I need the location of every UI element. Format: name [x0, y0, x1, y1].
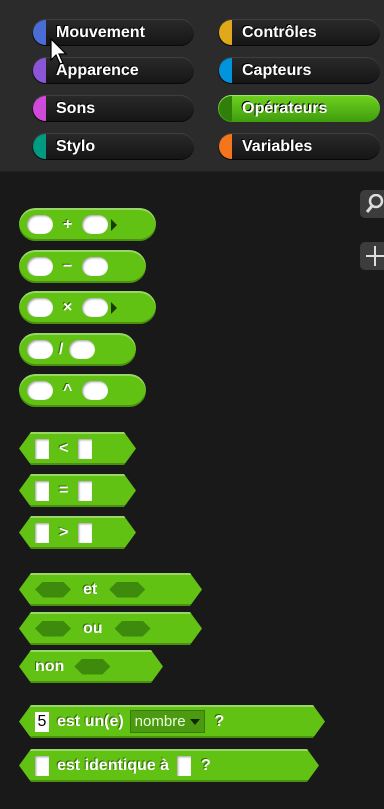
number-slot[interactable] — [27, 340, 53, 359]
block-less-than[interactable]: < — [19, 432, 136, 465]
category-color-swatch — [219, 20, 232, 45]
question-mark: ? — [201, 756, 211, 774]
block-equals[interactable]: = — [19, 474, 136, 507]
operator-label: × — [63, 298, 73, 316]
input-slot[interactable] — [35, 756, 49, 776]
question-mark: ? — [214, 712, 225, 730]
block-is-identical[interactable]: est identique à ? — [19, 749, 319, 782]
boolean-slot[interactable] — [35, 582, 71, 598]
operator-label: ^ — [63, 381, 73, 399]
category-color-swatch — [33, 96, 46, 121]
add-block-button[interactable] — [360, 242, 384, 270]
operator-label: ou — [83, 619, 103, 637]
number-slot[interactable] — [27, 381, 53, 400]
mouse-pointer-icon — [50, 38, 68, 65]
boolean-slot[interactable] — [109, 582, 145, 598]
operator-label: > — [59, 523, 69, 541]
operator-label: / — [59, 340, 64, 358]
category-label: Stylo — [56, 138, 96, 155]
category-sons[interactable]: Sons — [32, 95, 194, 122]
variadic-arrow-icon[interactable] — [111, 301, 118, 314]
number-slot[interactable] — [82, 381, 109, 400]
operator-label: < — [59, 439, 69, 457]
category-label: Variables — [242, 138, 313, 155]
input-slot[interactable] — [35, 439, 49, 459]
category-label: Apparence — [56, 62, 139, 79]
category-label: Mouvement — [56, 24, 145, 41]
block-not[interactable]: non — [19, 650, 163, 683]
input-slot[interactable] — [35, 523, 49, 543]
category-controles[interactable]: Contrôles — [218, 19, 380, 46]
category-color-swatch — [219, 96, 232, 121]
boolean-slot[interactable] — [74, 659, 110, 675]
number-slot[interactable] — [82, 298, 109, 317]
block-or[interactable]: ou — [19, 612, 202, 645]
category-label: Opérateurs — [242, 100, 328, 117]
block-label: est un(e) — [57, 712, 124, 730]
category-color-swatch — [33, 58, 46, 83]
variadic-arrow-icon[interactable] — [111, 218, 118, 231]
magnifier-icon — [366, 194, 384, 213]
boolean-slot[interactable] — [115, 621, 151, 637]
category-color-swatch — [33, 20, 46, 45]
category-selector: Mouvement Contrôles Apparence Capteurs S… — [0, 0, 384, 172]
block-power[interactable]: ^ — [19, 374, 146, 407]
number-slot[interactable] — [27, 215, 53, 234]
category-label: Capteurs — [242, 62, 312, 79]
category-color-swatch — [219, 58, 232, 83]
number-slot[interactable] — [27, 257, 53, 276]
block-subtract[interactable]: − — [19, 250, 146, 283]
block-label: est identique à — [57, 756, 170, 774]
input-slot[interactable] — [35, 481, 49, 501]
input-slot[interactable] — [177, 756, 191, 776]
category-color-swatch — [33, 134, 46, 159]
operator-label: − — [63, 257, 73, 275]
boolean-slot[interactable] — [35, 621, 71, 637]
search-button[interactable] — [360, 190, 384, 218]
category-color-swatch — [219, 134, 232, 159]
type-dropdown[interactable]: nombre — [130, 710, 205, 733]
block-add[interactable]: + — [19, 208, 156, 241]
operator-label: non — [35, 657, 65, 675]
block-multiply[interactable]: × — [19, 291, 156, 324]
category-variables[interactable]: Variables — [218, 133, 380, 160]
value-slot[interactable]: 5 — [35, 712, 49, 732]
number-slot[interactable] — [82, 257, 109, 276]
category-operateurs[interactable]: Opérateurs — [218, 95, 380, 122]
input-slot[interactable] — [78, 481, 92, 501]
block-palette: + − × / ^ < = > et ou non 5 est un(e) no… — [0, 172, 384, 809]
category-capteurs[interactable]: Capteurs — [218, 57, 380, 84]
operator-label: = — [59, 481, 69, 499]
number-slot[interactable] — [69, 340, 96, 359]
number-slot[interactable] — [82, 215, 109, 234]
operator-label: et — [83, 580, 98, 598]
plus-icon — [366, 246, 384, 266]
category-stylo[interactable]: Stylo — [32, 133, 194, 160]
block-and[interactable]: et — [19, 573, 202, 606]
number-slot[interactable] — [27, 298, 53, 317]
operator-label: + — [63, 215, 73, 233]
block-divide[interactable]: / — [19, 333, 136, 366]
block-greater-than[interactable]: > — [19, 516, 136, 549]
block-is-type[interactable]: 5 est un(e) nombre ? — [19, 705, 325, 738]
input-slot[interactable] — [78, 523, 92, 543]
input-slot[interactable] — [78, 439, 92, 459]
chevron-down-icon — [190, 719, 200, 725]
category-label: Sons — [56, 100, 96, 117]
category-label: Contrôles — [242, 24, 317, 41]
type-dropdown-value: nombre — [134, 713, 186, 730]
